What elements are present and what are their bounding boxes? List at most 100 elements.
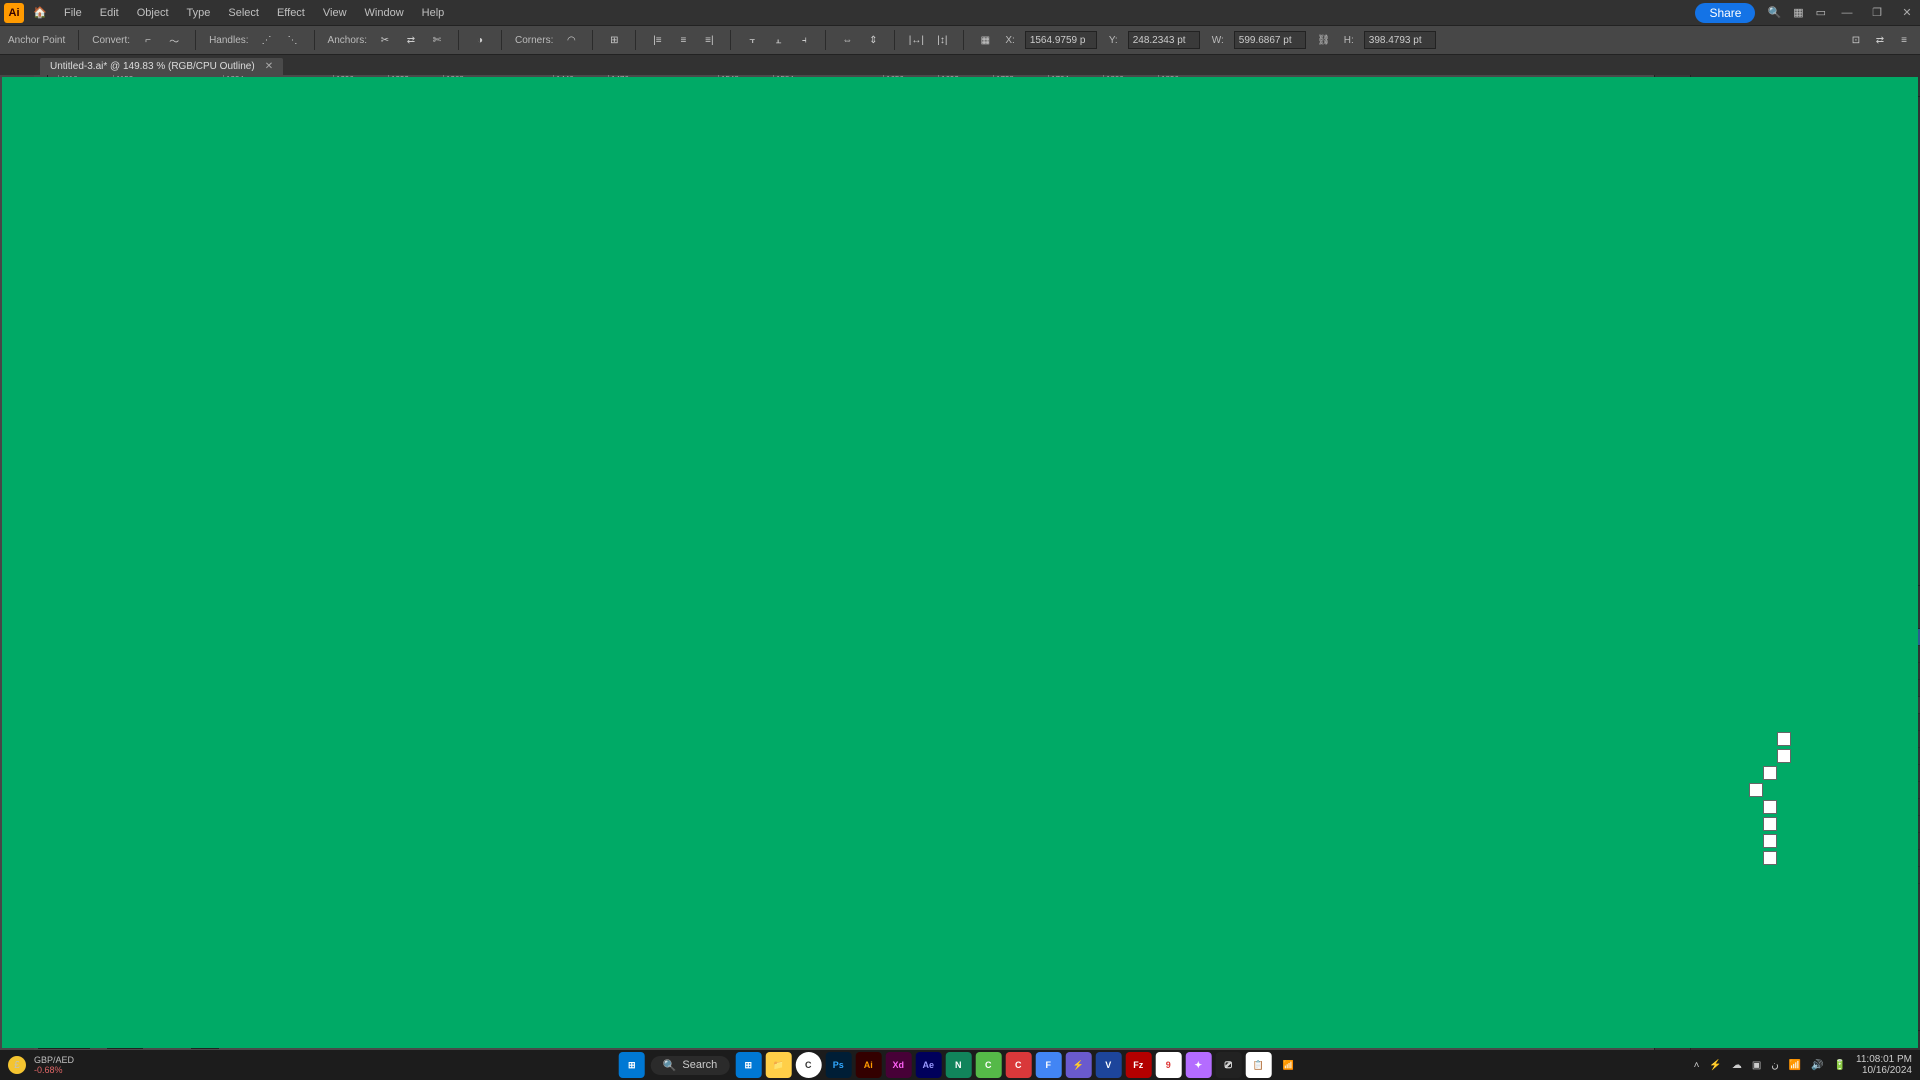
ctrl-menu-icon[interactable]: ≡ <box>1896 32 1912 48</box>
taskbar-app-icon[interactable]: V <box>1095 1052 1121 1078</box>
window-minimize[interactable]: — <box>1838 7 1856 19</box>
taskbar-app-icon[interactable]: C <box>795 1052 821 1078</box>
weather-stock-icon[interactable]: £ <box>8 1056 26 1074</box>
tray-chevron-icon[interactable]: ˄ <box>1694 1060 1700 1071</box>
arrange-icon[interactable]: ▦ <box>1793 6 1803 19</box>
convert-label: Convert: <box>92 35 130 46</box>
layer-thumbnail <box>1777 732 1791 746</box>
workspace-icon[interactable]: ▭ <box>1816 6 1826 19</box>
anchors-remove-icon[interactable]: ✂ <box>377 32 393 48</box>
clock-time: 11:08:01 PM <box>1856 1054 1912 1065</box>
distribute-v-icon[interactable]: ⇕ <box>865 32 881 48</box>
menu-type[interactable]: Type <box>187 7 211 19</box>
align-vcenter-icon[interactable]: ⫠ <box>770 32 786 48</box>
document-tab-title: Untitled-3.ai* @ 149.83 % (RGB/CPU Outli… <box>50 61 255 72</box>
taskbar-app-icon[interactable]: ✦ <box>1185 1052 1211 1078</box>
transform-icon[interactable]: ▦ <box>977 32 993 48</box>
y-label: Y: <box>1109 35 1118 46</box>
align-left-icon[interactable]: |≡ <box>649 32 665 48</box>
stock-change: -0.68% <box>34 1065 74 1075</box>
share-button[interactable]: Share <box>1695 3 1755 23</box>
taskbar-search-label: Search <box>682 1059 717 1071</box>
tray-power-icon[interactable]: ⚡ <box>1709 1060 1721 1071</box>
convert-smooth-icon[interactable]: 〜 <box>166 32 182 48</box>
taskbar-search-icon: 🔍 <box>663 1059 677 1072</box>
taskbar-clock[interactable]: 11:08:01 PM 10/16/2024 <box>1856 1054 1912 1076</box>
window-restore[interactable]: ❐ <box>1868 6 1886 19</box>
isolate-icon[interactable]: ◑ <box>472 32 488 48</box>
tray-cloud-icon[interactable]: ☁ <box>1732 1060 1742 1071</box>
taskbar-app-icon[interactable]: Fz <box>1125 1052 1151 1078</box>
taskbar-app-icon[interactable]: 📶 <box>1275 1052 1301 1078</box>
x-input[interactable] <box>1025 31 1097 49</box>
document-tab-close-icon[interactable]: ✕ <box>265 61 273 72</box>
distribute-spacing-v-icon[interactable]: |↕| <box>934 32 950 48</box>
anchor-point-label: Anchor Point <box>8 35 65 46</box>
menu-object[interactable]: Object <box>137 7 169 19</box>
tray-battery-icon[interactable]: 🔋 <box>1834 1060 1846 1071</box>
window-close[interactable]: ✕ <box>1898 6 1916 19</box>
tray-lang-icon[interactable]: ن <box>1771 1060 1778 1071</box>
tray-onedrive-icon[interactable]: ▣ <box>1752 1060 1761 1071</box>
align-top-icon[interactable]: ⫟ <box>744 32 760 48</box>
distribute-spacing-h-icon[interactable]: |↔| <box>908 32 924 48</box>
menu-help[interactable]: Help <box>422 7 445 19</box>
taskbar-app-icon[interactable]: Ae <box>915 1052 941 1078</box>
handles-label: Handles: <box>209 35 248 46</box>
home-icon[interactable]: 🏠 <box>30 3 50 23</box>
taskbar-app-icon[interactable]: Ai <box>855 1052 881 1078</box>
handles-show-icon[interactable]: ⋰ <box>259 32 275 48</box>
control-bar: Anchor Point Convert: ⌐ 〜 Handles: ⋰ ⋱ A… <box>0 25 1920 55</box>
taskbar-app-icon[interactable]: Xd <box>885 1052 911 1078</box>
anchors-connect-icon[interactable]: ⇄ <box>403 32 419 48</box>
anchors-label: Anchors: <box>328 35 367 46</box>
taskbar-app-icon[interactable]: 9 <box>1155 1052 1181 1078</box>
taskbar-app-icon[interactable]: Ps <box>825 1052 851 1078</box>
align-bottom-icon[interactable]: ⫞ <box>796 32 812 48</box>
h-input[interactable] <box>1364 31 1436 49</box>
taskbar-app-icon[interactable]: F <box>1035 1052 1061 1078</box>
tray-volume-icon[interactable]: 🔊 <box>1811 1060 1823 1071</box>
tray-wifi-icon[interactable]: 📶 <box>1789 1060 1801 1071</box>
layers-panel: 👁▾Layer 2○■👁▾○■👁▸○■👁▸○■👁▾○■👁○■👁○■👁○■👁جمع… <box>1691 629 1920 1031</box>
y-input[interactable] <box>1128 31 1200 49</box>
menu-view[interactable]: View <box>323 7 347 19</box>
taskbar-app-icon[interactable]: C <box>1005 1052 1031 1078</box>
convert-corner-icon[interactable]: ⌐ <box>140 32 156 48</box>
handles-hide-icon[interactable]: ⋱ <box>285 32 301 48</box>
distribute-h-icon[interactable]: ⇔ <box>839 32 855 48</box>
menu-effect[interactable]: Effect <box>277 7 305 19</box>
document-tab-bar: Untitled-3.ai* @ 149.83 % (RGB/CPU Outli… <box>0 55 1920 75</box>
taskbar-search[interactable]: 🔍 Search <box>651 1056 730 1075</box>
ctrl-pref-icon[interactable]: ⇄ <box>1872 32 1888 48</box>
layer-thumbnail <box>1763 766 1777 780</box>
link-wh-icon[interactable]: ⛓ <box>1316 32 1332 48</box>
taskbar-app-icon[interactable]: N <box>945 1052 971 1078</box>
stock-ticker[interactable]: GBP/AED -0.68% <box>34 1055 74 1075</box>
layer-thumbnail <box>1763 800 1777 814</box>
document-tab[interactable]: Untitled-3.ai* @ 149.83 % (RGB/CPU Outli… <box>40 58 283 75</box>
corners-widget-icon[interactable]: ◠ <box>563 32 579 48</box>
layer-thumbnail <box>1763 834 1777 848</box>
layer-thumbnail <box>1749 783 1763 797</box>
menu-file[interactable]: File <box>64 7 82 19</box>
taskbar-app-icon[interactable]: ⊞ <box>735 1052 761 1078</box>
w-input[interactable] <box>1234 31 1306 49</box>
menu-edit[interactable]: Edit <box>100 7 119 19</box>
taskbar-app-icon[interactable]: C <box>975 1052 1001 1078</box>
align-hcenter-icon[interactable]: ≡ <box>675 32 691 48</box>
menu-select[interactable]: Select <box>228 7 259 19</box>
menu-window[interactable]: Window <box>365 7 404 19</box>
taskbar-app-icon[interactable]: ⎚ <box>1215 1052 1241 1078</box>
align-right-icon[interactable]: ≡| <box>701 32 717 48</box>
start-button[interactable]: ⊞ <box>619 1052 645 1078</box>
ctrl-align-pixel-icon[interactable]: ⊡ <box>1848 32 1864 48</box>
taskbar-app-icon[interactable]: 📋 <box>1245 1052 1271 1078</box>
taskbar-app-icon[interactable]: ⚡ <box>1065 1052 1091 1078</box>
anchors-cut-icon[interactable]: ✄ <box>429 32 445 48</box>
search-icon[interactable]: 🔍 <box>1767 6 1781 19</box>
layer-row[interactable]: 👁○■ <box>1691 714 1920 731</box>
taskbar-app-icon[interactable]: 📁 <box>765 1052 791 1078</box>
align-to-icon[interactable]: ⊞ <box>606 32 622 48</box>
app-icon: Ai <box>4 3 24 23</box>
